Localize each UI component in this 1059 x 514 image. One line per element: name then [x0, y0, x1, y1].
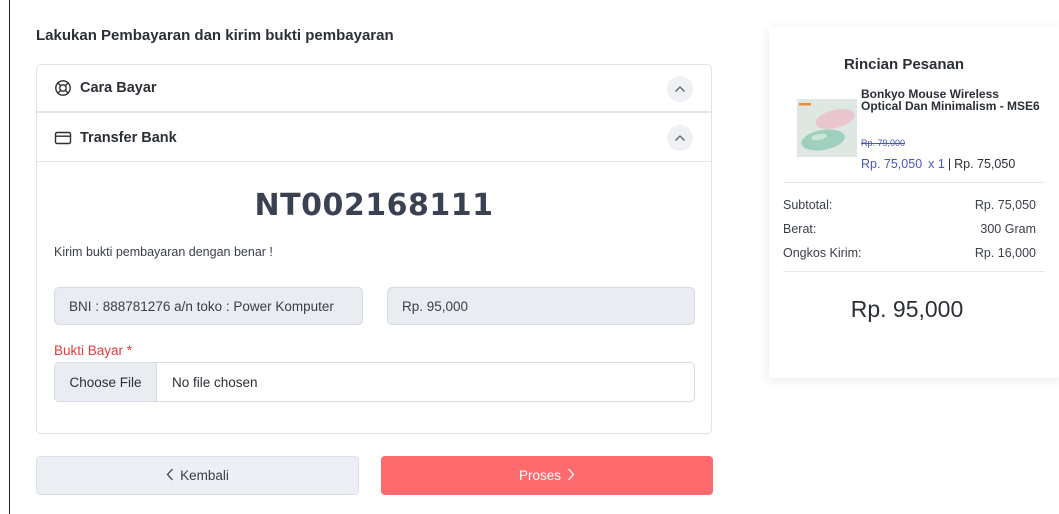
product-quantity: x 1 [928, 157, 945, 171]
weight-label: Berat: [783, 222, 817, 236]
payment-instruction: Kirim bukti pembayaran dengan benar ! [54, 245, 273, 259]
file-status-text: No file chosen [172, 374, 258, 390]
bank-account-field: BNI : 888781276 a/n toko : Power Kompute… [54, 287, 363, 325]
back-button[interactable]: Kembali [36, 456, 359, 495]
process-button[interactable]: Proses [381, 456, 713, 495]
choose-file-button[interactable]: Choose File [55, 363, 157, 401]
product-price-line: Rp. 75,050 x 1 | Rp. 75,050 [861, 157, 1016, 171]
chevron-up-icon[interactable] [667, 125, 693, 151]
weight-value: 300 Gram [980, 222, 1036, 236]
back-button-label: Kembali [180, 468, 229, 483]
chevron-left-icon [166, 468, 174, 484]
proof-file-input[interactable]: Choose File No file chosen [54, 362, 695, 402]
shipping-value: Rp. 16,000 [974, 246, 1036, 260]
order-total: Rp. 95,000 [850, 296, 964, 322]
virtual-account-code: NT002168111 [254, 188, 494, 223]
summary-divider [783, 271, 1045, 272]
amount-field: Rp. 95,000 [387, 287, 695, 325]
subtotal-value: Rp. 75,050 [974, 198, 1036, 212]
summary-divider [783, 182, 1045, 183]
left-divider [9, 0, 10, 514]
chevron-right-icon [567, 468, 575, 484]
accordion-label-cara-bayar: Cara Bayar [80, 80, 157, 96]
process-button-label: Proses [518, 468, 562, 483]
order-summary-title: Rincian Pesanan [843, 56, 965, 73]
weight-row: Berat: 300 Gram [783, 222, 1036, 236]
order-summary-card: Rincian Pesanan Bonkyo Mouse Wireless Op… [769, 27, 1059, 378]
shipping-row: Ongkos Kirim: Rp. 16,000 [783, 246, 1036, 260]
accordion-header-transfer-bank[interactable]: Transfer Bank [37, 114, 711, 162]
upload-proof-label: Bukti Bayar * [54, 343, 133, 358]
product-name[interactable]: Bonkyo Mouse Wireless Optical Dan Minima… [861, 88, 1041, 112]
product-price: Rp. 75,050 [861, 157, 923, 171]
chevron-up-icon[interactable] [667, 76, 693, 102]
payment-accordion: Cara Bayar Transfer Bank NT002168111 Kir… [36, 64, 712, 434]
accordion-header-cara-bayar[interactable]: Cara Bayar [37, 65, 711, 113]
product-thumbnail [797, 99, 857, 157]
page-title: Lakukan Pembayaran dan kirim bukti pemba… [36, 27, 394, 44]
accordion-label-transfer-bank: Transfer Bank [80, 129, 177, 146]
product-line-total: Rp. 75,050 [954, 157, 1016, 171]
product-original-price: Rp. 79,000 [861, 138, 906, 148]
subtotal-label: Subtotal: [783, 198, 833, 212]
shipping-label: Ongkos Kirim: [783, 246, 862, 260]
credit-card-icon [54, 129, 72, 147]
lifebuoy-icon [54, 79, 72, 97]
subtotal-row: Subtotal: Rp. 75,050 [783, 198, 1036, 212]
